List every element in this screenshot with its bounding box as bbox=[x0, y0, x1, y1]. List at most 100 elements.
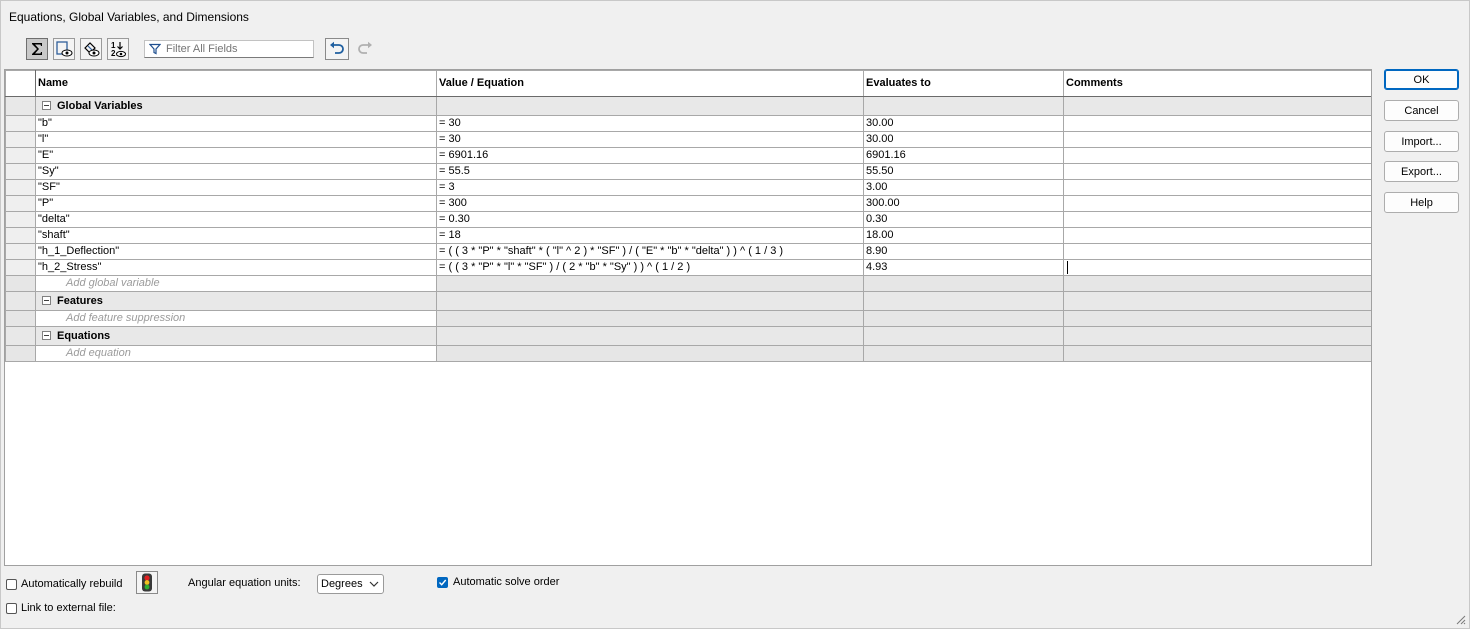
comment-cell[interactable] bbox=[1063, 131, 1371, 148]
row-header[interactable] bbox=[5, 211, 36, 228]
collapse-icon[interactable] bbox=[42, 331, 51, 341]
dimension-view-icon bbox=[84, 42, 100, 57]
variable-name-cell[interactable]: "SF" bbox=[35, 179, 437, 196]
value-cell[interactable]: = ( ( 3 * "P" * "l" * "SF" ) / ( 2 * "b"… bbox=[436, 259, 864, 276]
comment-cell[interactable] bbox=[1063, 195, 1371, 212]
table-row[interactable]: "P" = 300 300.00 bbox=[5, 195, 1371, 212]
resize-grip-icon[interactable] bbox=[1454, 613, 1466, 625]
row-header[interactable] bbox=[5, 131, 36, 148]
comment-cell-active[interactable] bbox=[1063, 259, 1371, 276]
variable-name-cell[interactable]: "shaft" bbox=[35, 227, 437, 244]
value-cell[interactable]: = 30 bbox=[436, 131, 864, 148]
table-row[interactable]: "delta" = 0.30 0.30 bbox=[5, 211, 1371, 228]
variable-name-cell[interactable]: "b" bbox=[35, 115, 437, 132]
add-feature-suppression-row[interactable]: Add feature suppression bbox=[5, 310, 1371, 327]
comment-cell[interactable] bbox=[1063, 211, 1371, 228]
comment-cell[interactable] bbox=[1063, 243, 1371, 260]
dimension-view-button[interactable] bbox=[80, 38, 102, 60]
variable-name-cell[interactable]: "l" bbox=[35, 131, 437, 148]
row-header[interactable] bbox=[5, 96, 36, 116]
filter-field[interactable] bbox=[144, 40, 314, 58]
evaluates-cell: 6901.16 bbox=[863, 147, 1064, 164]
add-equation-row[interactable]: Add equation bbox=[5, 345, 1371, 362]
comment-cell[interactable] bbox=[1063, 115, 1371, 132]
row-header[interactable] bbox=[5, 326, 36, 346]
row-header[interactable] bbox=[5, 227, 36, 244]
auto-solve-checkbox[interactable] bbox=[437, 577, 448, 588]
help-button[interactable]: Help bbox=[1384, 192, 1459, 213]
variable-name-cell[interactable]: "P" bbox=[35, 195, 437, 212]
section-equations: Equations bbox=[5, 326, 1371, 346]
ok-button[interactable]: OK bbox=[1384, 69, 1459, 90]
evaluates-cell: 18.00 bbox=[863, 227, 1064, 244]
collapse-icon[interactable] bbox=[42, 101, 51, 111]
select-all-corner[interactable] bbox=[5, 70, 36, 97]
add-equation-cell[interactable]: Add equation bbox=[35, 345, 437, 362]
undo-button[interactable] bbox=[325, 38, 349, 60]
row-header[interactable] bbox=[5, 259, 36, 276]
row-header[interactable] bbox=[5, 179, 36, 196]
value-cell[interactable]: = 300 bbox=[436, 195, 864, 212]
angular-units-select[interactable]: Degrees bbox=[317, 574, 384, 594]
table-row[interactable]: "h_1_Deflection" = ( ( 3 * "P" * "shaft"… bbox=[5, 243, 1371, 260]
value-cell[interactable]: = 6901.16 bbox=[436, 147, 864, 164]
redo-button[interactable] bbox=[353, 38, 377, 60]
export-button[interactable]: Export... bbox=[1384, 161, 1459, 182]
value-cell[interactable]: = 0.30 bbox=[436, 211, 864, 228]
column-header-value[interactable]: Value / Equation bbox=[436, 70, 864, 97]
comment-cell[interactable] bbox=[1063, 179, 1371, 196]
comment-cell[interactable] bbox=[1063, 227, 1371, 244]
import-button[interactable]: Import... bbox=[1384, 131, 1459, 152]
add-global-variable-row[interactable]: Add global variable bbox=[5, 275, 1371, 292]
ordered-view-button[interactable]: 1 2 bbox=[107, 38, 129, 60]
auto-rebuild-checkbox[interactable] bbox=[6, 579, 17, 590]
value-cell[interactable]: = 3 bbox=[436, 179, 864, 196]
row-header[interactable] bbox=[5, 291, 36, 311]
traffic-light-icon bbox=[142, 573, 152, 592]
variable-name-cell[interactable]: "h_2_Stress" bbox=[35, 259, 437, 276]
row-header[interactable] bbox=[5, 147, 36, 164]
table-row[interactable]: "b" = 30 30.00 bbox=[5, 115, 1371, 132]
angular-units-label: Angular equation units: bbox=[188, 577, 301, 589]
variable-name-cell[interactable]: "Sy" bbox=[35, 163, 437, 180]
add-feature-suppression-cell[interactable]: Add feature suppression bbox=[35, 310, 437, 327]
row-header[interactable] bbox=[5, 345, 36, 362]
variable-name-cell[interactable]: "delta" bbox=[35, 211, 437, 228]
row-header[interactable] bbox=[5, 275, 36, 292]
add-global-variable-cell[interactable]: Add global variable bbox=[35, 275, 437, 292]
value-cell[interactable]: = 18 bbox=[436, 227, 864, 244]
equation-view-button[interactable] bbox=[26, 38, 48, 60]
comment-cell[interactable] bbox=[1063, 163, 1371, 180]
sketch-equation-view-button[interactable] bbox=[53, 38, 75, 60]
dialog-title: Equations, Global Variables, and Dimensi… bbox=[9, 10, 249, 24]
row-header[interactable] bbox=[5, 195, 36, 212]
column-header-name[interactable]: Name bbox=[35, 70, 437, 97]
value-cell[interactable]: = 30 bbox=[436, 115, 864, 132]
collapse-icon[interactable] bbox=[42, 296, 51, 306]
variable-name-cell[interactable]: "E" bbox=[35, 147, 437, 164]
cancel-button[interactable]: Cancel bbox=[1384, 100, 1459, 121]
table-row[interactable]: "E" = 6901.16 6901.16 bbox=[5, 147, 1371, 164]
evaluates-cell: 8.90 bbox=[863, 243, 1064, 260]
column-header-comments[interactable]: Comments bbox=[1063, 70, 1371, 97]
table-row[interactable]: "shaft" = 18 18.00 bbox=[5, 227, 1371, 244]
section-global-variables: Global Variables bbox=[5, 96, 1371, 116]
variable-name-cell[interactable]: "h_1_Deflection" bbox=[35, 243, 437, 260]
value-cell[interactable]: = 55.5 bbox=[436, 163, 864, 180]
row-header[interactable] bbox=[5, 310, 36, 327]
value-cell[interactable]: = ( ( 3 * "P" * "shaft" * ( "l" ^ 2 ) * … bbox=[436, 243, 864, 260]
table-row[interactable]: "h_2_Stress" = ( ( 3 * "P" * "l" * "SF" … bbox=[5, 259, 1371, 276]
table-row[interactable]: "Sy" = 55.5 55.50 bbox=[5, 163, 1371, 180]
table-row[interactable]: "l" = 30 30.00 bbox=[5, 131, 1371, 148]
row-header[interactable] bbox=[5, 163, 36, 180]
evaluates-cell: 300.00 bbox=[863, 195, 1064, 212]
table-row[interactable]: "SF" = 3 3.00 bbox=[5, 179, 1371, 196]
comment-cell[interactable] bbox=[1063, 147, 1371, 164]
row-header[interactable] bbox=[5, 115, 36, 132]
filter-icon bbox=[149, 43, 161, 55]
filter-input[interactable] bbox=[166, 43, 306, 55]
row-header[interactable] bbox=[5, 243, 36, 260]
column-header-evaluates[interactable]: Evaluates to bbox=[863, 70, 1064, 97]
link-external-checkbox[interactable] bbox=[6, 603, 17, 614]
rebuild-button[interactable] bbox=[136, 571, 158, 594]
